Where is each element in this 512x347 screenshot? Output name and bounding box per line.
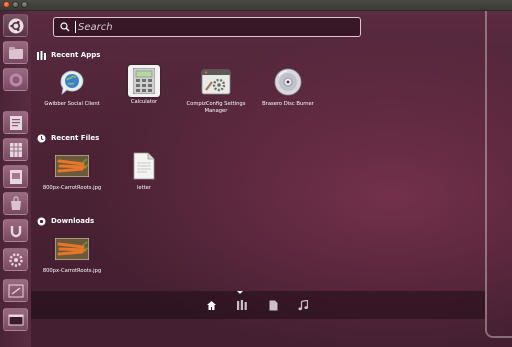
clock-icon [36,133,46,143]
lens-bar [31,291,485,319]
launcher-item-firefox[interactable] [3,68,28,91]
download-icon [36,216,46,226]
presentation-icon [9,169,22,184]
applications-lens-button[interactable] [236,299,248,311]
item-label: Gwibber Social Client [44,101,100,107]
applications-icon [237,300,247,310]
top-panel [0,0,512,11]
recent-files-header[interactable]: Recent Files [36,132,99,144]
spreadsheet-icon [9,142,22,157]
workspace-switcher-icon [8,284,23,297]
launcher-item-files[interactable] [3,41,28,64]
files-lens-button[interactable] [267,299,279,311]
search-input[interactable] [78,20,348,35]
search-icon [60,22,70,32]
music-lens-button[interactable] [297,299,309,311]
ubuntu-one-icon [10,225,21,237]
section-title: Recent Apps [51,51,101,59]
section-title: Recent Files [51,134,100,142]
downloads-header[interactable]: Downloads [36,215,94,227]
launcher-item-impress[interactable] [3,165,28,188]
item-label: 800px-CarrotRoots.jpg [42,268,102,274]
compizconfig-icon [199,65,233,99]
image-thumbnail [55,232,89,266]
calculator-icon [128,65,160,97]
item-label: 800px-CarrotRoots.jpg [42,185,102,191]
active-lens-indicator [237,291,243,294]
gwibber-icon [55,65,89,99]
writer-icon [9,115,22,130]
dash: Recent Apps Gwibber Social Client [31,11,512,347]
app-calculator[interactable]: Calculator [109,65,179,106]
launcher-item-trash[interactable] [3,308,28,331]
file-carrot-image[interactable]: 800px-CarrotRoots.jpg [37,149,107,192]
search-box[interactable] [53,17,361,37]
app-compizconfig[interactable]: CompizConfig Settings Manager [181,65,251,114]
launcher-item-calc[interactable] [3,138,28,161]
download-carrot-image[interactable]: 800px-CarrotRoots.jpg [37,232,107,275]
item-label: CompizConfig Settings Manager [186,101,246,114]
launcher-item-software-center[interactable] [3,192,28,215]
ubuntu-logo-icon [8,18,23,33]
item-label: Calculator [130,99,158,105]
section-title: Downloads [51,217,95,225]
file-icon [269,300,277,310]
applications-lens-icon [36,50,46,60]
image-thumbnail [55,149,89,183]
maximize-button[interactable] [21,1,28,8]
launcher-item-writer[interactable] [3,111,28,134]
text-caret [75,21,76,33]
item-label: letter [136,185,152,191]
item-label: Brasero Disc Burner [262,101,314,107]
file-letter[interactable]: letter [109,149,179,192]
brasero-icon [271,65,305,99]
close-button[interactable] [3,1,10,8]
recent-apps-header[interactable]: Recent Apps [36,49,100,61]
document-icon [127,149,161,183]
firefox-icon [9,73,22,86]
app-gwibber[interactable]: Gwibber Social Client [37,65,107,108]
app-brasero[interactable]: Brasero Disc Burner [253,65,323,108]
launcher-item-settings[interactable] [3,248,28,271]
minimize-button[interactable] [12,1,19,8]
home-folder-icon [8,46,23,59]
home-lens-button[interactable] [205,299,217,311]
launcher-item-ubuntu-one[interactable] [3,219,28,242]
music-note-icon [298,299,308,310]
dash-frame [485,11,512,338]
dash-home-button[interactable] [3,14,28,37]
shopping-bag-icon [10,195,21,210]
launcher [0,11,34,347]
window-icon [8,314,23,325]
gear-icon [8,252,23,267]
launcher-item-workspaces[interactable] [3,279,28,302]
home-icon [206,300,216,310]
